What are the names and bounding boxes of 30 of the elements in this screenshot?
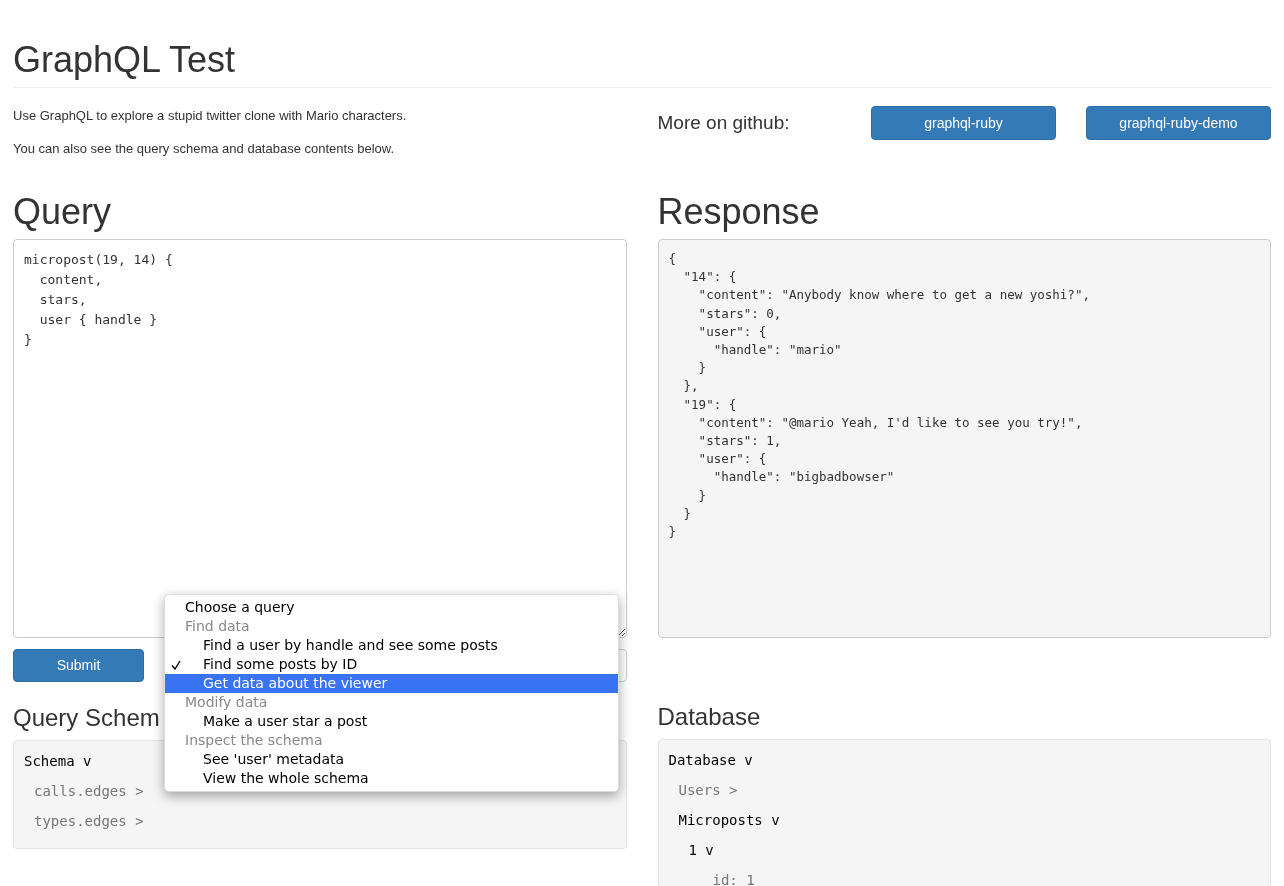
- menu-option[interactable]: Choose a query: [165, 598, 618, 617]
- github-link-button[interactable]: graphql-ruby-demo: [1086, 106, 1271, 140]
- github-link-button[interactable]: graphql-ruby: [871, 106, 1056, 140]
- menu-group-label: Find data: [184, 617, 251, 636]
- menu-option[interactable]: Find some posts by ID: [165, 655, 618, 674]
- intro-text: You can also see the query schema and database contents below.: [13, 139, 396, 158]
- response-heading: Response: [657, 192, 821, 232]
- menu-option[interactable]: View the whole schema: [165, 769, 618, 788]
- menu-group-label: Inspect the schema: [184, 731, 324, 750]
- menu-option[interactable]: Find a user by handle and see some posts: [165, 636, 618, 655]
- schema-heading: Query Schem: [13, 704, 160, 732]
- tree-node[interactable]: Database v: [668, 750, 753, 770]
- menu-option[interactable]: See 'user' metadata: [165, 750, 618, 769]
- tree-node[interactable]: types.edges >: [34, 811, 144, 831]
- menu-option[interactable]: Make a user star a post: [165, 712, 618, 731]
- tree-node[interactable]: Schema v: [24, 751, 92, 771]
- tree-node[interactable]: calls.edges >: [34, 781, 144, 801]
- page-title: GraphQL Test: [13, 0, 1271, 88]
- tree-node[interactable]: 1 v: [688, 840, 714, 860]
- response-code: { "14": { "content": "Anybody know where to get a new yoshi?", "stars": 0, "user": { "handle": "mario" } }, "19": { "content": "@mario Yeah, I'd like to see you try!", "stars": 1, "user": { "handle": "bigbadbowser" } } }: [657, 239, 1271, 638]
- menu-option[interactable]: Get data about the viewer: [165, 674, 618, 693]
- github-label: More on github:: [657, 111, 791, 135]
- tree-field: id: 1: [698, 870, 755, 886]
- menu-group-label: Modify data: [184, 693, 269, 712]
- submit-button[interactable]: Submit: [13, 649, 144, 682]
- query-heading: Query: [13, 192, 113, 232]
- tree-node[interactable]: Microposts v: [678, 810, 780, 830]
- intro-text: Use GraphQL to explore a stupid twitter clone with Mario characters.: [13, 107, 408, 125]
- tree-node[interactable]: Users >: [678, 780, 738, 800]
- database-heading: Database: [657, 703, 762, 731]
